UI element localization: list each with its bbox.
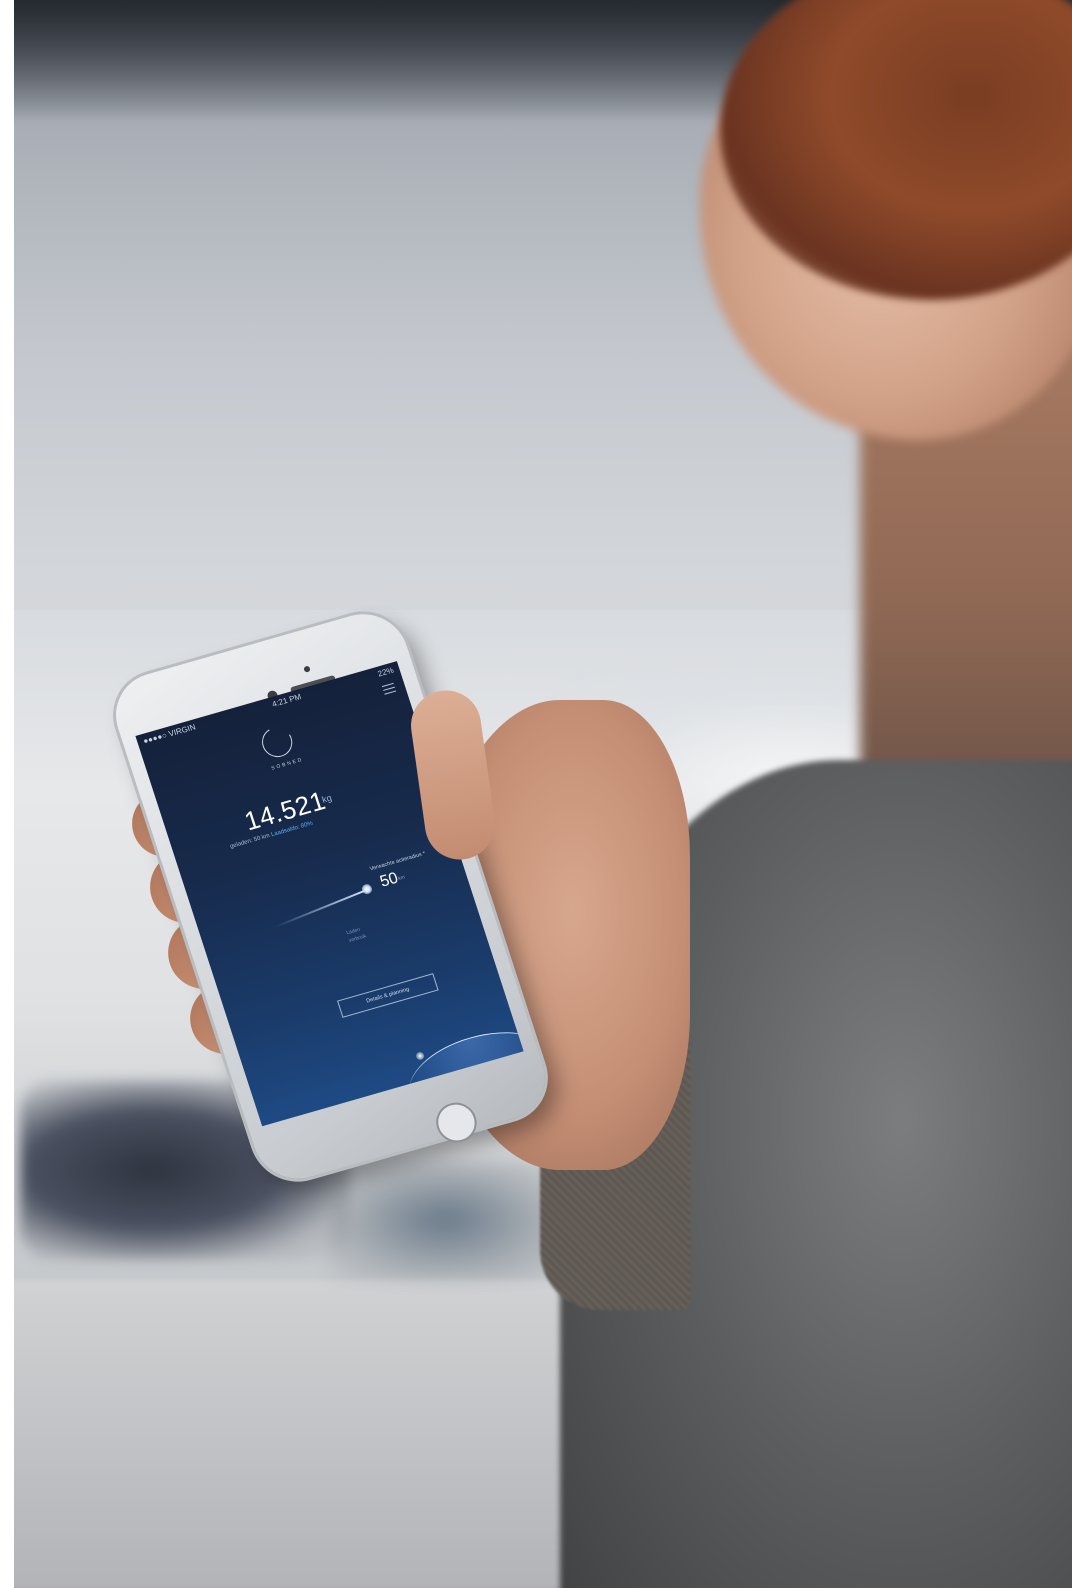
range-label: Verwachte actieradius * bbox=[369, 850, 427, 873]
left-border bbox=[0, 0, 14, 1588]
photo-scene: ●●●●○ VIRGIN 4:21 PM 22% SOBNED 14.521 k… bbox=[0, 0, 1072, 1588]
front-sensor bbox=[303, 665, 311, 673]
app-logo-icon bbox=[259, 724, 296, 761]
details-button[interactable]: Details & planning bbox=[337, 973, 439, 1018]
range-unit: km bbox=[397, 874, 406, 882]
hamburger-menu-icon[interactable] bbox=[381, 682, 397, 695]
range-indicator-dot bbox=[360, 883, 374, 896]
range-beam bbox=[275, 890, 365, 928]
range-value: 50 bbox=[377, 869, 401, 891]
main-unit: kg bbox=[320, 792, 333, 805]
home-button[interactable] bbox=[431, 1097, 482, 1148]
battery-label: 22% bbox=[376, 665, 395, 679]
faint-info: Laden verbruik bbox=[345, 925, 367, 945]
bottom-glow-dot bbox=[415, 1051, 426, 1061]
